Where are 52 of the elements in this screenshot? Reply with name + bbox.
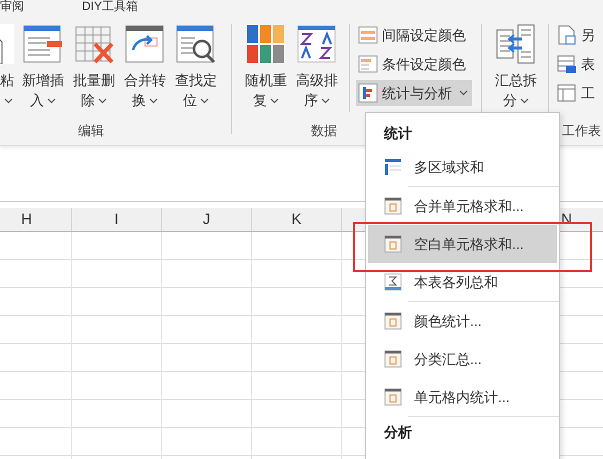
stripe-color-icon	[358, 25, 378, 45]
ribbon-button[interactable]: 批量删除	[69, 24, 119, 110]
column-sum-icon	[384, 273, 402, 291]
split-icon	[496, 24, 536, 64]
ribbon-button[interactable]: 随机重复	[241, 24, 291, 110]
sheet-icon	[557, 83, 577, 103]
column-header[interactable]: H	[0, 208, 72, 231]
sort-icon	[297, 24, 337, 64]
window-icon	[384, 235, 402, 253]
ribbon-button[interactable]: 粘	[0, 24, 14, 110]
menu-item[interactable]: 合并单元格求和...	[368, 187, 557, 225]
ribbon-button[interactable]: 工	[555, 80, 599, 106]
condition-color-icon	[358, 54, 378, 74]
window-icon	[384, 350, 402, 368]
group-label: 工作表	[562, 123, 601, 138]
column-header[interactable]: K	[252, 208, 342, 231]
menu-heading: 统计	[384, 125, 412, 141]
search-icon	[176, 24, 216, 64]
menu-item[interactable]: 本表各列总和	[368, 263, 557, 301]
ribbon-button[interactable]: 另	[555, 24, 599, 48]
window-icon	[384, 312, 402, 330]
chart-icon	[358, 83, 378, 103]
ribbon-tab[interactable]: DIY工具箱	[82, 0, 138, 13]
insert-row-icon	[23, 24, 63, 64]
multi-area-icon	[384, 158, 402, 176]
menu-item[interactable]: 颜色统计...	[368, 302, 557, 340]
menu-item[interactable]: 空白单元格求和...	[368, 225, 557, 263]
ribbon-button[interactable]: 统计与分析	[356, 80, 472, 106]
ribbon-button[interactable]: 高级排序	[292, 24, 342, 110]
ribbon-button[interactable]: 汇总拆分	[491, 24, 541, 110]
ribbon-button[interactable]: 间隔设定颜色	[356, 24, 472, 48]
ribbon-button[interactable]: 查找定位	[171, 24, 221, 110]
column-header[interactable]: I	[72, 208, 162, 231]
group-label: 数据	[311, 123, 337, 138]
table-icon	[557, 54, 577, 74]
menu-heading: 分析	[384, 424, 412, 440]
menu-item[interactable]: 单元格内统计...	[368, 378, 557, 416]
ribbon-button[interactable]: 合并转换	[120, 24, 170, 110]
ribbon-button[interactable]: 表	[555, 51, 599, 77]
group-label: 编辑	[78, 123, 104, 138]
ribbon-button[interactable]: 新增插入	[18, 24, 68, 110]
ribbon-tab[interactable]: 审阅	[0, 0, 24, 13]
menu-item[interactable]: 分类汇总...	[368, 340, 557, 378]
ribbon-button[interactable]: 条件设定颜色	[356, 51, 472, 77]
swap-arrows-icon	[125, 24, 165, 64]
color-blocks-icon	[246, 24, 286, 64]
document-icon	[557, 25, 577, 45]
delete-grid-icon	[74, 24, 114, 64]
window-icon	[384, 197, 402, 215]
window-icon	[384, 388, 402, 406]
column-header[interactable]: J	[162, 208, 252, 231]
menu-item[interactable]: 多区域求和	[368, 148, 557, 186]
